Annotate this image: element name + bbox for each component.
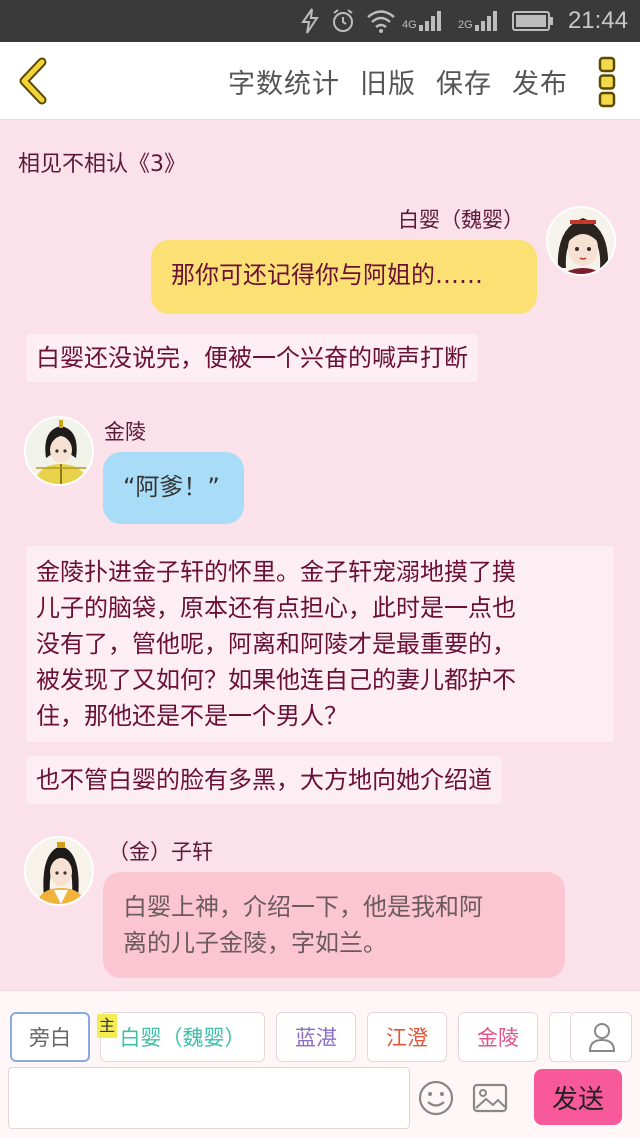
network-label-2: 2G <box>458 19 473 31</box>
message-input[interactable] <box>8 1067 410 1129</box>
role-lanzhan-button[interactable]: 蓝湛 <box>276 1012 356 1062</box>
role-label: 旁白 <box>29 1026 71 1050</box>
word-count-button[interactable]: 字数统计 <box>228 62 340 101</box>
bubble-line: 白婴上神，介绍一下，他是我和阿 <box>123 893 483 921</box>
send-button[interactable]: 发送 <box>534 1069 622 1125</box>
signal-4g-icon: 4G <box>402 6 444 36</box>
status-bar: 4G 2G 21:44 <box>0 0 640 42</box>
network-label-1: 4G <box>402 19 417 31</box>
flash-icon <box>300 6 320 36</box>
speaker-name: 白婴（魏婴） <box>398 208 524 232</box>
role-label: 白婴（魏婴） <box>119 1026 246 1050</box>
dialogue-bubble[interactable]: 那你可还记得你与阿姐的…… <box>151 240 537 314</box>
role-jinling-button[interactable]: 金陵 <box>458 1012 538 1062</box>
save-button[interactable]: 保存 <box>436 62 492 101</box>
emoji-icon[interactable] <box>416 1078 456 1118</box>
add-role-button[interactable] <box>570 1012 632 1062</box>
alarm-icon <box>330 6 356 36</box>
role-label: 蓝湛 <box>295 1026 337 1050</box>
role-label: 江澄 <box>386 1026 428 1050</box>
role-label: 金陵 <box>477 1026 519 1050</box>
role-overflow-button[interactable] <box>549 1012 571 1062</box>
dialogue-bubble[interactable]: 白婴上神，介绍一下，他是我和阿 离的儿子金陵，字如兰。 <box>103 872 565 978</box>
narration-line: 金陵扑进金子轩的怀里。金子轩宠溺地摸了摸 <box>36 558 516 586</box>
dialogue-bubble[interactable]: “阿爹！” <box>103 452 244 524</box>
bubble-line: 离的儿子金陵，字如兰。 <box>123 929 387 957</box>
old-version-button[interactable]: 旧版 <box>360 62 416 101</box>
battery-icon <box>512 6 554 36</box>
status-time: 21:44 <box>567 7 628 34</box>
more-menu-icon[interactable] <box>598 56 616 108</box>
narration-block[interactable]: 白婴还没说完，便被一个兴奋的喊声打断 <box>26 334 478 382</box>
speaker-name: （金）子轩 <box>108 840 213 864</box>
main-character-badge: 主 <box>97 1014 117 1038</box>
narration-line: 没有了，管他呢，阿离和阿陵才是最重要的， <box>36 630 516 658</box>
narration-block[interactable]: 金陵扑进金子轩的怀里。金子轩宠溺地摸了摸 儿子的脑袋，原本还有点担心，此时是一点… <box>26 546 614 742</box>
image-icon[interactable] <box>470 1078 510 1118</box>
speaker-name: 金陵 <box>104 420 146 444</box>
back-arrow-icon[interactable] <box>14 56 54 106</box>
avatar[interactable] <box>546 206 616 276</box>
narration-block[interactable]: 也不管白婴的脸有多黑，大方地向她介绍道 <box>26 756 502 804</box>
narration-line: 儿子的脑袋，原本还有点担心，此时是一点也 <box>36 594 516 622</box>
publish-button[interactable]: 发布 <box>512 62 568 101</box>
narration-line: 被发现了又如何？如果他连自己的妻儿都护不 <box>36 666 516 694</box>
narration-line: 住，那他还是不是一个男人？ <box>36 702 348 730</box>
role-baiying-button[interactable]: 白婴（魏婴） <box>100 1012 265 1062</box>
signal-2g-icon: 2G <box>458 6 500 36</box>
role-jiangcheng-button[interactable]: 江澄 <box>367 1012 447 1062</box>
editor-toolbar: 字数统计 旧版 保存 发布 <box>0 42 640 120</box>
avatar[interactable] <box>24 416 94 486</box>
chapter-title: 相见不相认《3》 <box>18 152 186 177</box>
avatar[interactable] <box>24 836 94 906</box>
wifi-icon <box>366 6 396 36</box>
role-narrator-button[interactable]: 旁白 <box>10 1012 90 1062</box>
user-icon <box>588 1023 616 1052</box>
